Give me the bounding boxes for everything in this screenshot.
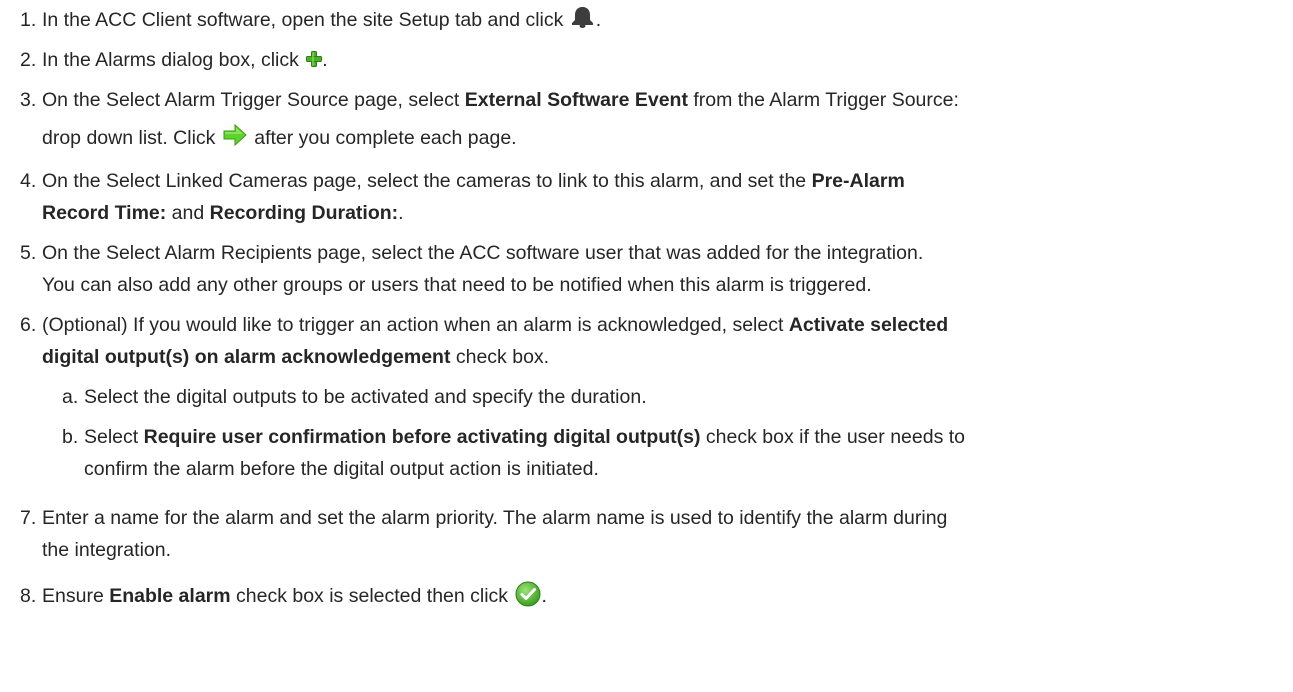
substep-a: a. Select the digital outputs to be acti… [0, 381, 1281, 413]
substep-letter: b. [62, 426, 79, 448]
step-text: In the ACC Client software, open the sit… [42, 9, 569, 31]
field-record-time: Record Time: [42, 202, 167, 224]
step-text: check box is selected then click [230, 585, 514, 607]
step-text: Select [84, 426, 144, 448]
step-number: 6. [20, 314, 37, 336]
substep-b: b. Select Require user confirmation befo… [0, 421, 1281, 485]
step-text-end: . [541, 585, 547, 607]
step-text: You can also add any other groups or use… [42, 274, 872, 296]
step-text: On the Select Alarm Trigger Source page,… [42, 89, 465, 111]
field-recording-duration: Recording Duration: [209, 202, 399, 224]
step-text: check box. [450, 346, 550, 368]
step-1: 1. In the ACC Client software, open the … [0, 4, 1281, 36]
step-text: Select the digital outputs to be activat… [84, 386, 647, 408]
step-number: 7. [20, 507, 37, 529]
field-pre-alarm: Pre-Alarm [811, 170, 905, 192]
step-number: 2. [20, 49, 37, 71]
step-text: from the Alarm Trigger Source: [687, 89, 959, 111]
option-require-confirmation: Require user confirmation before activat… [143, 426, 701, 448]
step-number: 4. [20, 170, 37, 192]
step-4: 4. On the Select Linked Cameras page, se… [0, 165, 1281, 229]
substep-letter: a. [62, 386, 79, 408]
instruction-list: 1. In the ACC Client software, open the … [0, 0, 1293, 692]
step-5: 5. On the Select Alarm Recipients page, … [0, 237, 1281, 301]
step-text: the integration. [42, 539, 172, 561]
step-text: drop down list. Click [42, 127, 221, 149]
step-text: and [166, 202, 210, 224]
step-number: 1. [20, 9, 37, 31]
step-6: 6. (Optional) If you would like to trigg… [0, 309, 1281, 373]
step-text: In the Alarms dialog box, click [42, 49, 305, 71]
next-arrow-icon [223, 123, 247, 147]
step-number: 5. [20, 242, 37, 264]
step-number: 8. [20, 585, 37, 607]
step-text: . [398, 202, 404, 224]
step-text-end: . [322, 49, 328, 71]
step-text-end: . [595, 9, 602, 31]
step-8: 8. Ensure Enable alarm check box is sele… [0, 580, 1281, 612]
option-activate-selected: Activate selected [788, 314, 949, 336]
option-digital-output-ack: digital output(s) on alarm acknowledgeme… [42, 346, 451, 368]
option-enable-alarm: Enable alarm [109, 585, 231, 607]
checkmark-icon [515, 581, 541, 607]
step-7: 7. Enter a name for the alarm and set th… [0, 502, 1281, 566]
step-text: Enter a name for the alarm and set the a… [42, 507, 948, 529]
option-external-software-event: External Software Event [464, 89, 688, 111]
step-number: 3. [20, 89, 37, 111]
step-text: (Optional) If you would like to trigger … [42, 314, 789, 336]
step-text: check box if the user needs to [700, 426, 966, 448]
step-text: confirm the alarm before the digital out… [84, 458, 599, 480]
step-text: after you complete each page. [248, 127, 517, 149]
bell-icon [569, 6, 596, 28]
step-text: On the Select Linked Cameras page, selec… [42, 170, 812, 192]
step-3: 3. On the Select Alarm Trigger Source pa… [0, 84, 1281, 154]
step-text: On the Select Alarm Recipients page, sel… [42, 242, 924, 264]
step-text: Ensure [42, 585, 110, 607]
plus-icon [306, 45, 323, 67]
step-2: 2. In the Alarms dialog box, click . [0, 44, 1281, 76]
